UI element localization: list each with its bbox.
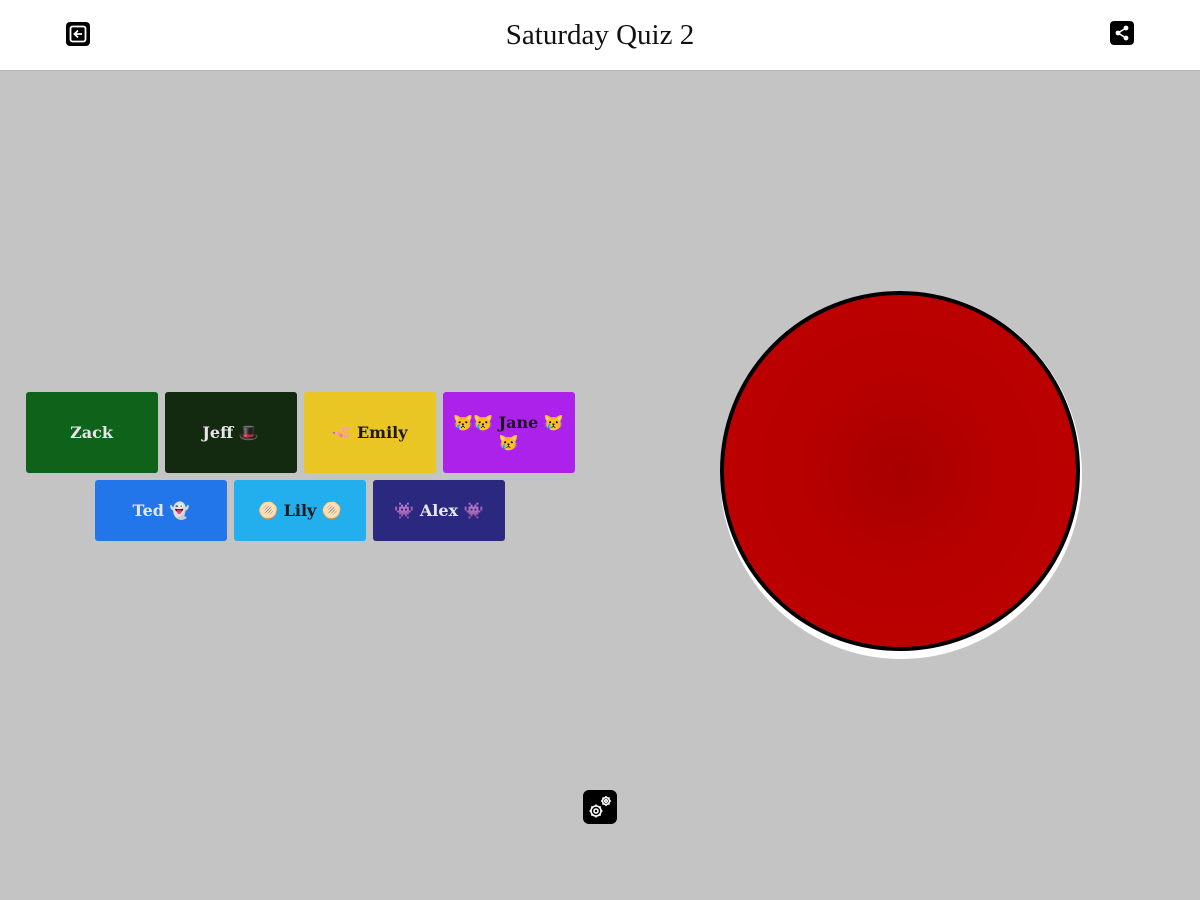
player-card[interactable]: 👾 Alex 👾	[373, 480, 505, 541]
buzzer-container	[720, 291, 1082, 660]
player-name: 😿😿 Jane 😿😿	[453, 412, 564, 452]
buzzer-button[interactable]	[720, 291, 1080, 651]
player-name: 👾 Alex 👾	[394, 500, 484, 520]
player-card[interactable]: 🪱 Emily	[303, 392, 436, 473]
player-card[interactable]: Jeff 🎩	[164, 392, 297, 473]
player-card[interactable]: 😿😿 Jane 😿😿	[442, 392, 575, 473]
player-list: Zack Jeff 🎩 🪱 Emily 😿😿 Jane 😿😿 Ted 👻 🫓 L…	[20, 392, 580, 541]
player-name: 🪱 Emily	[331, 422, 408, 442]
share-button[interactable]	[1110, 21, 1134, 45]
player-name: Jeff 🎩	[202, 422, 259, 442]
page-title: Saturday Quiz 2	[505, 19, 695, 51]
top-bar: Saturday Quiz 2	[0, 0, 1200, 71]
player-card[interactable]: Zack	[25, 392, 158, 473]
share-icon	[1115, 25, 1129, 41]
settings-button[interactable]	[583, 790, 617, 824]
player-name: 🫓 Lily 🫓	[258, 500, 342, 520]
player-card[interactable]: 🫓 Lily 🫓	[234, 480, 366, 541]
player-name: Ted 👻	[132, 500, 190, 520]
player-name: Zack	[70, 422, 113, 442]
gears-icon	[589, 796, 611, 818]
player-card[interactable]: Ted 👻	[95, 480, 227, 541]
